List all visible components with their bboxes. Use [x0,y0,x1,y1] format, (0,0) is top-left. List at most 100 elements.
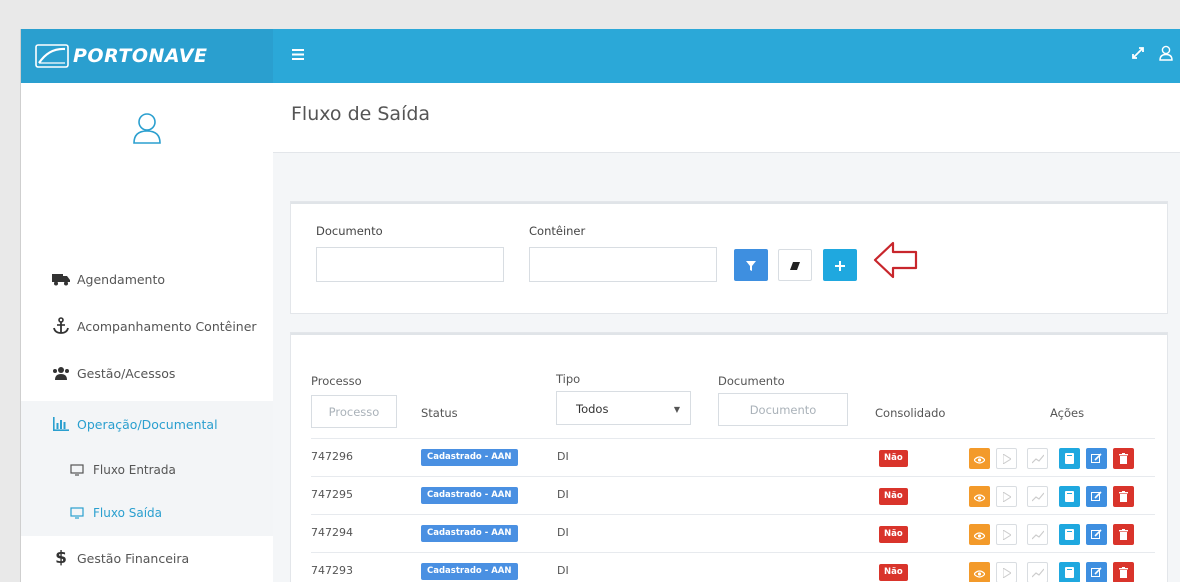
status-badge: Cadastrado - AAN [421,525,518,542]
line-chart-icon [1031,525,1044,544]
col-header-consolidado: Consolidado [875,406,946,420]
delete-button[interactable] [1113,448,1134,469]
table-row: 747295 Cadastrado - AAN DI Não [311,476,1155,514]
document-button[interactable] [1059,524,1080,545]
sidebar-item-label: Acompanhamento Contêiner [77,318,257,334]
edit-button[interactable] [1086,524,1107,545]
chart-button[interactable] [1027,486,1048,507]
table-row: 747296 Cadastrado - AAN DI Não [311,438,1155,476]
delete-button[interactable] [1113,486,1134,507]
conteiner-field[interactable] [529,247,717,282]
edit-button[interactable] [1086,562,1107,582]
eye-icon [973,525,986,544]
play-button[interactable] [996,524,1017,545]
documento-field[interactable] [316,247,504,282]
status-badge: Cadastrado - AAN [421,449,518,466]
monitor-icon [67,503,87,523]
line-chart-icon [1031,563,1044,582]
brand[interactable]: PORTONAVE [21,29,273,83]
processo-cell: 747295 [311,488,353,501]
arrow-left-icon [873,240,919,284]
anchor-icon [51,316,71,336]
redacted-documento [708,557,818,582]
add-button[interactable] [823,249,857,281]
view-button[interactable] [969,448,990,469]
book-icon [1065,525,1074,544]
sidebar-item-fluxo-saida[interactable]: Fluxo Saída [21,490,273,536]
sidebar-item-gestao-acessos[interactable]: Gestão/Acessos [21,350,273,396]
table-row: 747294 Cadastrado - AAN DI Não [311,514,1155,552]
col-header-documento: Documento [718,374,785,388]
expand-icon[interactable] [1131,46,1145,60]
sidebar-item-operacao-documental[interactable]: Operação/Documental [21,401,273,447]
consolidado-badge: Não [879,526,908,543]
document-button[interactable] [1059,486,1080,507]
play-icon [1002,563,1012,582]
hamburger-icon[interactable] [289,46,307,64]
delete-button[interactable] [1113,524,1134,545]
processo-cell: 747293 [311,564,353,577]
view-button[interactable] [969,486,990,507]
clear-button[interactable] [778,249,812,281]
page-title: Fluxo de Saída [291,103,431,125]
brand-name: PORTONAVE [73,45,208,67]
col-header-tipo: Tipo [556,372,581,386]
play-button[interactable] [996,448,1017,469]
document-button[interactable] [1059,562,1080,582]
delete-button[interactable] [1113,562,1134,582]
table-row: 747293 Cadastrado - AAN DI Não [311,552,1155,582]
sidebar-item-agendamento[interactable]: Agendamento [21,256,273,302]
play-button[interactable] [996,562,1017,582]
play-icon [1002,525,1012,544]
sidebar: Agendamento Acompanhamento Contêiner Ges… [21,83,273,582]
col-header-acoes: Ações [1050,406,1085,420]
conteiner-label: Contêiner [529,224,586,238]
play-icon [1002,487,1012,506]
view-button[interactable] [969,562,990,582]
line-chart-icon [1031,449,1044,468]
view-button[interactable] [969,524,990,545]
play-button[interactable] [996,486,1017,507]
play-icon [1002,449,1012,468]
dollar-icon: $ [55,548,67,568]
documento-filter-input[interactable] [718,393,848,426]
user-icon[interactable] [1159,45,1173,61]
sidebar-item-fluxo-entrada[interactable]: Fluxo Entrada [21,447,273,493]
consolidado-badge: Não [879,450,908,467]
filter-button[interactable] [734,249,768,281]
chart-button[interactable] [1027,562,1048,582]
trash-icon [1119,487,1128,506]
edit-button[interactable] [1086,448,1107,469]
sidebar-item-label: Gestão/Acessos [77,365,176,381]
line-chart-icon [1031,487,1044,506]
trash-icon [1119,449,1128,468]
status-badge: Cadastrado - AAN [421,563,518,580]
eye-icon [973,449,986,468]
filter-icon [746,256,756,275]
chart-button[interactable] [1027,524,1048,545]
sidebar-item-label: Fluxo Saída [93,506,163,520]
users-icon [51,363,71,383]
edit-button[interactable] [1086,486,1107,507]
edit-icon [1091,487,1102,506]
avatar-icon[interactable] [129,109,165,145]
sidebar-item-acompanhamento[interactable]: Acompanhamento Contêiner [21,303,273,349]
consolidado-badge: Não [879,564,908,581]
app-window: PORTONAVE Agendamento Acompanhamento Con… [20,29,1180,582]
sidebar-item-gestao-financeira[interactable]: $ Gestão Financeira [21,535,273,581]
eraser-icon [789,256,801,275]
monitor-icon [67,460,87,480]
table-panel: Processo Status Tipo Todos ▼ Documento C… [291,333,1167,582]
tipo-select[interactable]: Todos ▼ [556,391,691,425]
tipo-cell: DI [557,564,569,577]
document-button[interactable] [1059,448,1080,469]
tipo-cell: DI [557,488,569,501]
sidebar-item-label: Gestão Financeira [77,550,190,566]
top-right-actions [1131,45,1173,61]
logo-icon [33,43,71,69]
truck-icon [51,269,71,289]
processo-filter-input[interactable] [311,395,397,428]
chart-button[interactable] [1027,448,1048,469]
edit-icon [1091,563,1102,582]
page-header: Fluxo de Saída [273,83,1180,153]
